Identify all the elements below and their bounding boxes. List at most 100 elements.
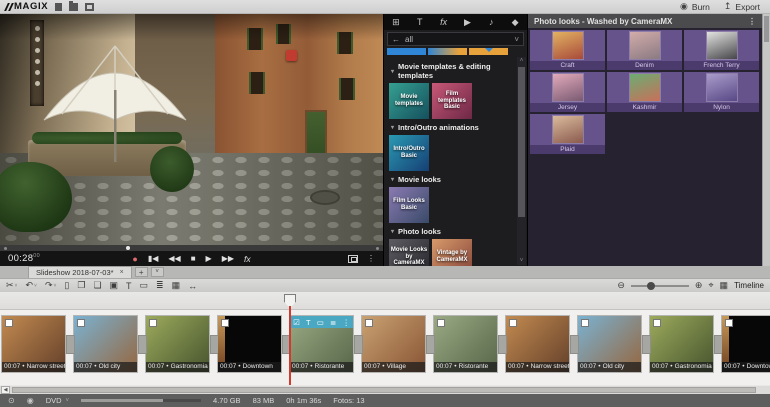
zoom-slider[interactable] bbox=[630, 281, 689, 290]
clip-title-icon[interactable]: T bbox=[306, 318, 311, 327]
disc-type-select[interactable]: DVD ˅ bbox=[46, 396, 69, 405]
undo-button[interactable]: ↶ ˅ bbox=[25, 280, 36, 291]
rewind-button[interactable]: ◀◀ bbox=[168, 254, 180, 263]
zoom-out-button[interactable]: ⊖ bbox=[617, 280, 625, 291]
tab-templates-icon[interactable]: ⊞ bbox=[384, 14, 408, 30]
category-color-bars[interactable] bbox=[387, 48, 524, 55]
timeline-clip[interactable]: ☑ T ▭ ≣ ⋮ 00:07•Gastronomia bbox=[642, 316, 713, 372]
tab-effects-icon[interactable]: fx bbox=[432, 14, 456, 30]
skip-start-button[interactable]: ▮◀ bbox=[148, 254, 159, 263]
redo-button[interactable]: ↷ ˅ bbox=[45, 280, 56, 291]
clip-checkbox[interactable] bbox=[77, 319, 85, 327]
tab-audio-icon[interactable]: ♪ bbox=[479, 14, 503, 30]
template-filter-bar[interactable]: ← all ˅ bbox=[387, 32, 524, 46]
section-header[interactable]: ▾ Intro/Outro animations bbox=[391, 123, 513, 132]
scroll-up-icon[interactable]: ˄ bbox=[517, 57, 526, 65]
grid-view-button[interactable]: ▦ bbox=[172, 280, 181, 291]
clip-checkbox[interactable] bbox=[581, 319, 589, 327]
section-header[interactable]: ▾ Movie looks bbox=[391, 175, 513, 184]
preview-more-icon[interactable]: ⋮ bbox=[367, 254, 375, 263]
zoom-slider-knob[interactable] bbox=[646, 281, 655, 290]
timeline-clip[interactable]: ☑ T ▭ ≣ ⋮ 00:07•Narrow street bbox=[2, 316, 65, 372]
clip-effects-icon[interactable]: ≣ bbox=[330, 318, 336, 327]
pan-tool-icon[interactable]: ⌖ bbox=[708, 280, 713, 291]
close-icon[interactable]: × bbox=[120, 269, 124, 276]
chevron-down-icon[interactable]: ˅ bbox=[514, 35, 519, 44]
look-item[interactable]: Plaid bbox=[530, 114, 605, 154]
fast-forward-button[interactable]: ▶▶ bbox=[222, 254, 234, 263]
clip-more-icon[interactable]: ⋮ bbox=[342, 318, 350, 327]
timeline-ruler[interactable] bbox=[0, 292, 770, 310]
template-thumbnail[interactable]: Movie templates bbox=[389, 83, 429, 119]
back-icon[interactable]: ← bbox=[392, 35, 400, 44]
tab-titles-icon[interactable]: T bbox=[408, 14, 432, 30]
fit-width-button[interactable]: ↔ bbox=[188, 281, 197, 291]
looks-panel-more-icon[interactable]: ⋮ bbox=[748, 17, 756, 26]
category-bar-orange[interactable] bbox=[469, 48, 508, 55]
category-bar-gradient[interactable] bbox=[428, 48, 467, 55]
clip-checkbox[interactable] bbox=[437, 319, 445, 327]
clip-checkbox[interactable] bbox=[365, 319, 373, 327]
look-item[interactable]: Kashmir bbox=[607, 72, 682, 112]
tab-list-chevron-icon[interactable]: ˅ bbox=[150, 267, 164, 277]
clip-checkbox[interactable] bbox=[725, 319, 733, 327]
scroll-down-icon[interactable]: ˅ bbox=[517, 257, 526, 265]
hscrollbar-handle[interactable] bbox=[12, 387, 756, 393]
timeline-clip[interactable]: ☑ T ▭ ≣ ⋮ 00:07•Village bbox=[354, 316, 425, 372]
paste-button[interactable]: ▣ bbox=[110, 280, 119, 291]
timeline-clip[interactable]: ☑ T ▭ ≣ ⋮ 00:07•Gastronomia bbox=[138, 316, 209, 372]
zoom-in-button[interactable]: ⊕ bbox=[695, 280, 703, 291]
project-tab[interactable]: Slideshow 2018-07-03* × bbox=[28, 266, 132, 278]
timeline-clip[interactable]: ☑ T ▭ ≣ ⋮ 00:07•Downtown bbox=[714, 316, 770, 372]
template-thumbnail[interactable]: Movie Looks by CameraMX bbox=[389, 239, 429, 266]
timeline-clip[interactable]: ☑ T ▭ ≣ ⋮ 00:07•Ristorante bbox=[282, 316, 353, 372]
clip-checkbox[interactable] bbox=[5, 319, 13, 327]
template-thumbnail[interactable]: Film templates Basic bbox=[432, 83, 472, 119]
play-button[interactable]: ▶ bbox=[206, 254, 212, 263]
scroll-left-icon[interactable]: ◀ bbox=[1, 386, 10, 394]
save-project-icon[interactable] bbox=[85, 2, 95, 11]
template-thumbnail[interactable]: Vintage by CameraMX bbox=[432, 239, 472, 266]
timeline-clip[interactable]: ☑ T ▭ ≣ ⋮ 00:07•Narrow street bbox=[498, 316, 569, 372]
record-button[interactable]: ● bbox=[132, 254, 137, 264]
scrollbar-handle[interactable] bbox=[764, 16, 769, 42]
clip-checkbox[interactable] bbox=[149, 319, 157, 327]
clip-checked-checkbox-icon[interactable]: ☑ bbox=[293, 318, 300, 327]
look-item[interactable]: Denim bbox=[607, 30, 682, 70]
scrubber-position-handle[interactable] bbox=[126, 246, 130, 250]
timeline-clip[interactable]: ☑ T ▭ ≣ ⋮ 00:07•Ristorante bbox=[426, 316, 497, 372]
stop-button[interactable]: ■ bbox=[191, 254, 196, 263]
right-scrollbar-strip[interactable] bbox=[762, 14, 770, 266]
template-thumbnail[interactable]: Film Looks Basic bbox=[389, 187, 429, 223]
section-header[interactable]: ▾ Movie templates & editing templates bbox=[391, 62, 513, 80]
title-button[interactable]: T bbox=[126, 281, 132, 291]
new-tab-button[interactable]: + bbox=[134, 267, 148, 277]
clip-checkbox[interactable] bbox=[221, 319, 229, 327]
clip-checkbox[interactable] bbox=[509, 319, 517, 327]
look-item[interactable]: French Terry bbox=[684, 30, 759, 70]
storyboard-view-icon[interactable]: ▦ bbox=[720, 280, 729, 291]
tab-intros-icon[interactable]: ▶ bbox=[455, 14, 479, 30]
look-item[interactable]: Nylon bbox=[684, 72, 759, 112]
category-bar-blue[interactable] bbox=[387, 48, 426, 55]
crop-button[interactable]: ▭ bbox=[140, 280, 149, 291]
burn-button[interactable]: ◉ Burn bbox=[680, 1, 710, 12]
transitions-button[interactable]: ≣ bbox=[156, 280, 164, 291]
export-button[interactable]: ↥ Export bbox=[724, 1, 760, 12]
look-item[interactable]: Jersey bbox=[530, 72, 605, 112]
clip-crop-icon[interactable]: ▭ bbox=[317, 318, 324, 327]
timeline-clip[interactable]: ☑ T ▭ ≣ ⋮ 00:07•Old city bbox=[66, 316, 137, 372]
look-item[interactable]: Craft bbox=[530, 30, 605, 70]
new-project-icon[interactable] bbox=[55, 2, 63, 11]
copy-button[interactable]: ❐ bbox=[77, 280, 85, 291]
preview-fx-button[interactable]: fx bbox=[244, 254, 251, 264]
open-project-icon[interactable] bbox=[69, 0, 79, 11]
fullscreen-icon[interactable] bbox=[348, 254, 358, 263]
scrollbar-handle[interactable] bbox=[518, 67, 525, 217]
timeline-clip[interactable]: ☑ T ▭ ≣ ⋮ 00:07•Downtown bbox=[210, 316, 281, 372]
tab-tags-icon[interactable]: ◆ bbox=[503, 14, 527, 30]
clip-checkbox[interactable] bbox=[653, 319, 661, 327]
template-thumbnail[interactable]: Intro/Outro Basic bbox=[389, 135, 429, 171]
delete-button[interactable]: ▯ bbox=[64, 280, 69, 291]
section-header[interactable]: ▾ Photo looks bbox=[391, 227, 513, 236]
